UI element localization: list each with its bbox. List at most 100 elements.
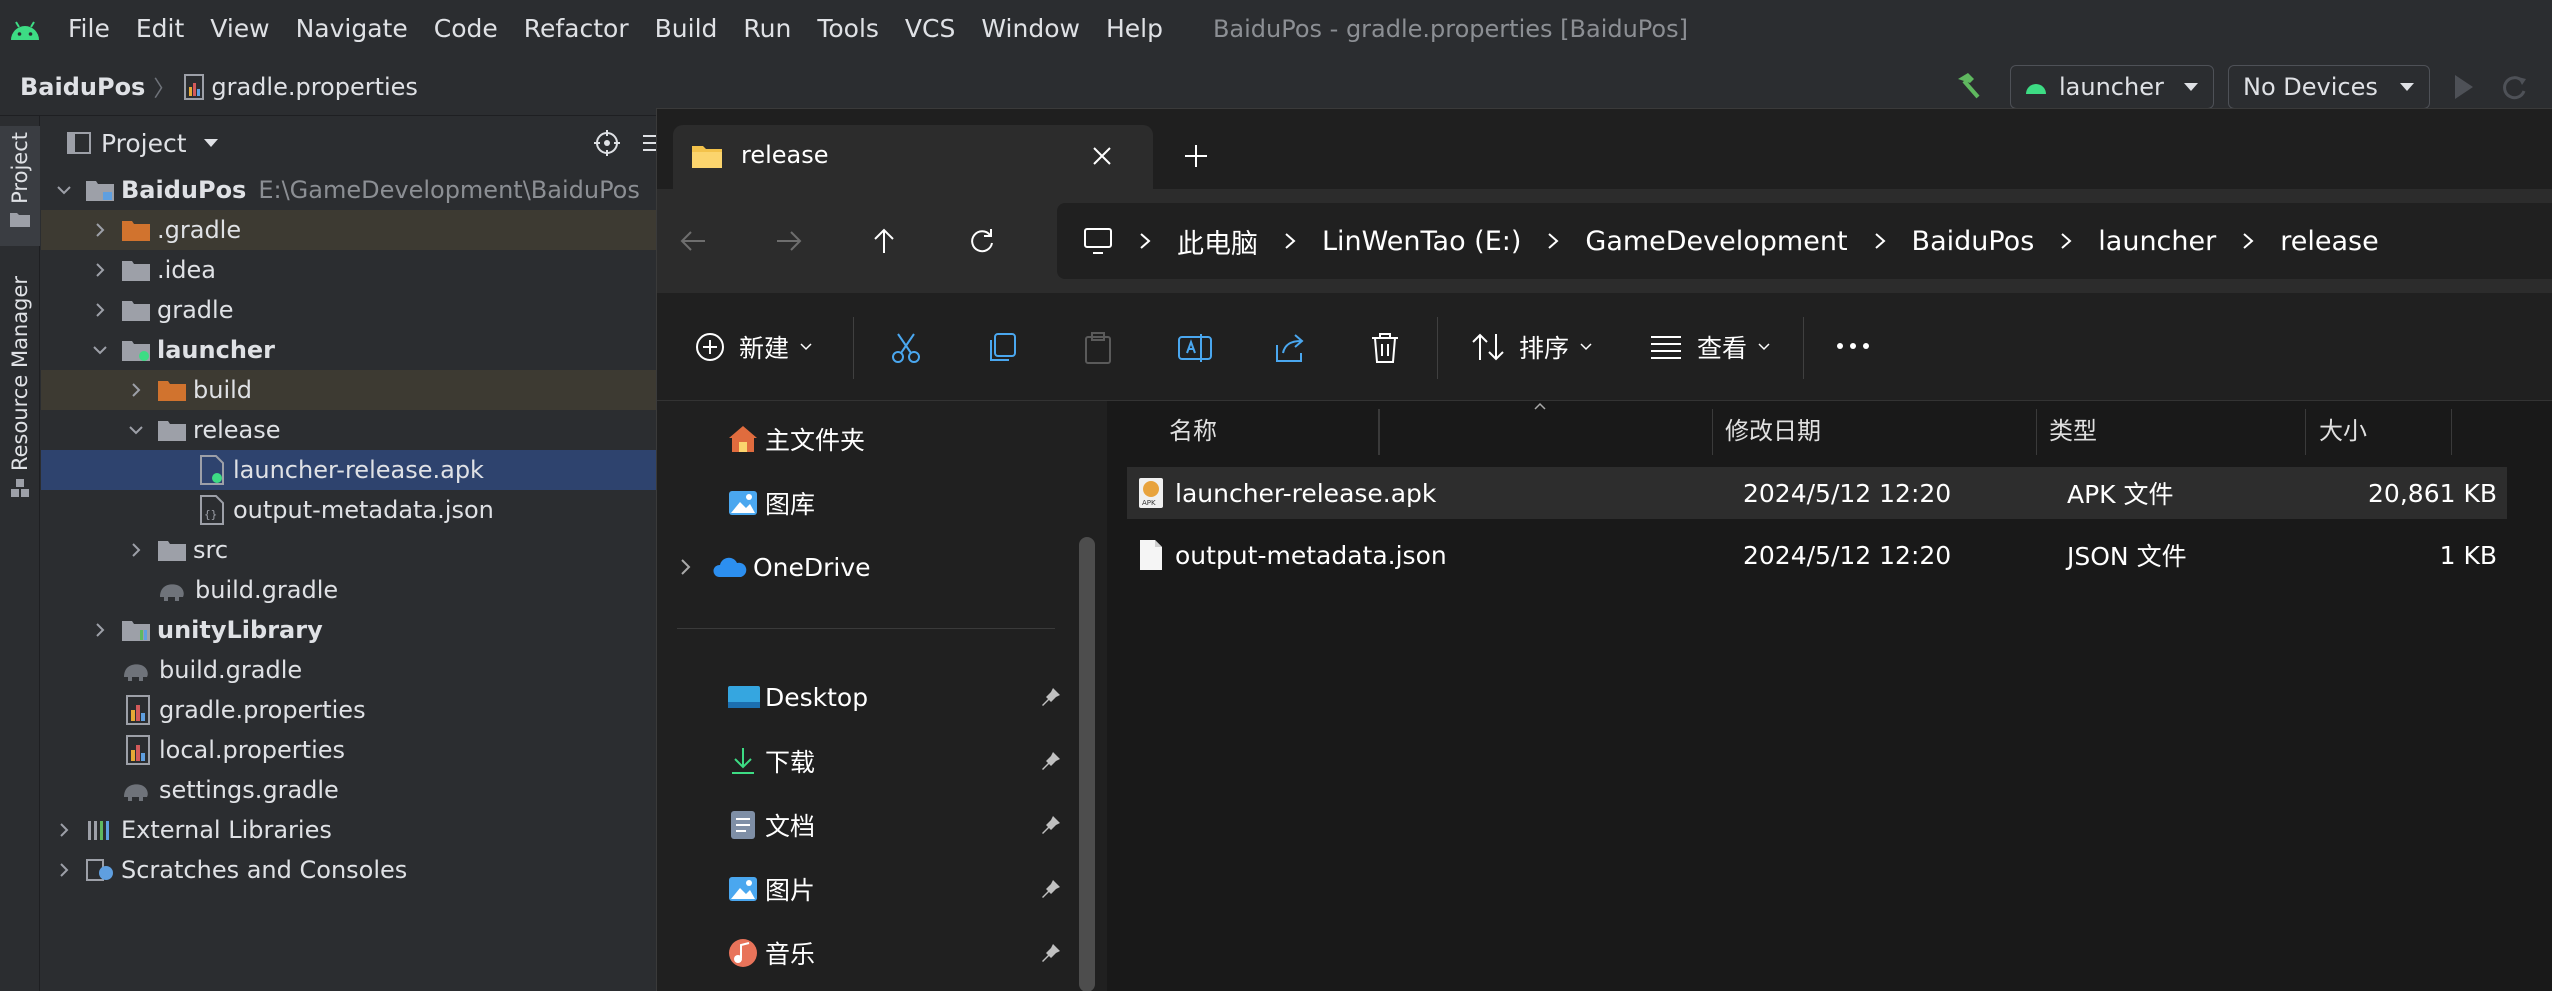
tree-node-release[interactable]: release (41, 410, 661, 450)
back-arrow-icon[interactable] (679, 229, 707, 253)
rename-icon[interactable] (1177, 331, 1213, 365)
nav-home[interactable]: 主文件夹 (717, 413, 865, 465)
more-options-icon[interactable] (1835, 341, 1871, 351)
menu-file[interactable]: File (68, 14, 110, 43)
project-tool-button[interactable]: Project (0, 126, 40, 246)
column-header-size[interactable]: 大小 (2319, 401, 2367, 455)
tree-node-idea[interactable]: .idea (41, 250, 661, 290)
file-row-output-metadata-json[interactable]: output-metadata.json 2024/5/12 12:20 JSO… (1127, 529, 2507, 581)
chevron-right-icon[interactable] (1125, 226, 1165, 256)
menu-code[interactable]: Code (434, 14, 498, 43)
breadcrumb-release[interactable]: release (2280, 226, 2378, 257)
chevron-right-icon[interactable] (53, 859, 75, 881)
tree-node-local-properties[interactable]: local.properties (41, 730, 661, 770)
hammer-build-icon[interactable] (1952, 71, 1982, 101)
tree-node-gradle-properties[interactable]: gradle.properties (41, 690, 661, 730)
tree-node-root-build-gradle[interactable]: build.gradle (41, 650, 661, 690)
breadcrumb-baidupos[interactable]: BaiduPos (1912, 226, 2035, 257)
pin-icon[interactable] (1040, 750, 1062, 772)
breadcrumb-project[interactable]: BaiduPos (20, 73, 145, 101)
close-icon[interactable] (1091, 145, 1113, 167)
chevron-right-icon[interactable] (89, 299, 111, 321)
breadcrumb-this-pc[interactable]: 此电脑 (1177, 222, 1258, 261)
device-select[interactable]: No Devices (2228, 65, 2430, 109)
pin-icon[interactable] (1040, 878, 1062, 900)
chevron-right-icon[interactable] (1860, 226, 1900, 256)
explorer-tab-release[interactable]: release (673, 125, 1153, 189)
nav-music[interactable]: 音乐 (717, 927, 815, 979)
chevron-right-icon[interactable] (53, 819, 75, 841)
menu-edit[interactable]: Edit (136, 14, 184, 43)
chevron-down-icon[interactable] (53, 179, 75, 201)
menu-refactor[interactable]: Refactor (524, 14, 629, 43)
chevron-right-icon[interactable] (1533, 226, 1573, 256)
tree-node-external-libraries[interactable]: External Libraries (41, 810, 661, 850)
menu-window[interactable]: Window (981, 14, 1080, 43)
rerun-icon[interactable] (2500, 73, 2530, 101)
nav-pictures[interactable]: 图片 (717, 863, 815, 915)
tree-node-settings-gradle[interactable]: settings.gradle (41, 770, 661, 810)
tree-node-launcher-release-apk[interactable]: launcher-release.apk (41, 450, 661, 490)
paste-icon[interactable] (1081, 331, 1115, 365)
chevron-right-icon[interactable] (2046, 226, 2086, 256)
breadcrumb-gamedevelopment[interactable]: GameDevelopment (1585, 226, 1847, 257)
chevron-right-icon[interactable] (1270, 226, 1310, 256)
chevron-right-icon[interactable] (2228, 226, 2268, 256)
share-icon[interactable] (1273, 331, 1307, 365)
chevron-down-icon[interactable] (203, 138, 219, 148)
new-tab-plus-icon[interactable] (1183, 143, 1209, 169)
tree-node-gradle-cache[interactable]: .gradle (41, 210, 661, 250)
sort-button[interactable]: 排序 (1471, 319, 1593, 375)
chevron-down-icon[interactable] (125, 419, 147, 441)
pin-icon[interactable] (1040, 942, 1062, 964)
tree-node-output-metadata[interactable]: {} output-metadata.json (41, 490, 661, 530)
column-divider[interactable] (2451, 409, 2452, 455)
breadcrumb-launcher[interactable]: launcher (2098, 226, 2216, 257)
tree-node-launcher[interactable]: launcher (41, 330, 661, 370)
tree-node-build[interactable]: build (41, 370, 661, 410)
view-button[interactable]: 查看 (1649, 319, 1771, 375)
menu-tools[interactable]: Tools (817, 14, 879, 43)
nav-pane-scrollbar[interactable] (1079, 537, 1095, 991)
chevron-down-icon[interactable] (89, 339, 111, 361)
tree-node-src[interactable]: src (41, 530, 661, 570)
column-header-name[interactable]: 名称 (1169, 401, 1217, 455)
column-divider[interactable] (1712, 409, 1713, 455)
run-configuration-select[interactable]: launcher (2010, 65, 2214, 109)
chevron-right-icon[interactable] (125, 379, 147, 401)
copy-icon[interactable] (985, 331, 1019, 365)
chevron-right-icon[interactable] (89, 259, 111, 281)
tree-node-launcher-build-gradle[interactable]: build.gradle (41, 570, 661, 610)
nav-gallery[interactable]: 图库 (717, 477, 815, 529)
breadcrumb-file[interactable]: gradle.properties (211, 73, 418, 101)
project-panel-title[interactable]: Project (101, 129, 187, 158)
new-button[interactable]: 新建 (695, 319, 813, 375)
forward-arrow-icon[interactable] (775, 229, 803, 253)
menu-help[interactable]: Help (1106, 14, 1163, 43)
breadcrumb-drive[interactable]: LinWenTao (E:) (1322, 226, 1521, 257)
tree-node-project-root[interactable]: BaiduPos E:\GameDevelopment\BaiduPos (41, 170, 661, 210)
up-arrow-icon[interactable] (871, 227, 897, 255)
tree-node-gradle[interactable]: gradle (41, 290, 661, 330)
column-divider[interactable] (2305, 409, 2306, 455)
tree-node-unitylibrary[interactable]: unityLibrary (41, 610, 661, 650)
nav-desktop[interactable]: Desktop (717, 671, 868, 723)
chevron-right-icon[interactable] (89, 619, 111, 641)
menu-run[interactable]: Run (743, 14, 791, 43)
pin-icon[interactable] (1040, 814, 1062, 836)
nav-documents[interactable]: 文档 (717, 799, 815, 851)
chevron-right-icon[interactable] (677, 556, 695, 578)
locate-target-icon[interactable] (593, 129, 621, 157)
column-header-modified[interactable]: 修改日期 (1725, 401, 1821, 455)
refresh-icon[interactable] (967, 227, 995, 255)
run-icon[interactable] (2452, 73, 2476, 101)
menu-build[interactable]: Build (655, 14, 718, 43)
menu-view[interactable]: View (210, 14, 269, 43)
column-header-type[interactable]: 类型 (2049, 401, 2097, 455)
tree-node-scratches[interactable]: Scratches and Consoles (41, 850, 661, 890)
column-divider[interactable] (2036, 409, 2037, 455)
chevron-right-icon[interactable] (89, 219, 111, 241)
delete-trash-icon[interactable] (1369, 331, 1401, 365)
nav-onedrive[interactable]: OneDrive (677, 541, 871, 593)
file-row-launcher-release-apk[interactable]: APK launcher-release.apk 2024/5/12 12:20… (1127, 467, 2507, 519)
